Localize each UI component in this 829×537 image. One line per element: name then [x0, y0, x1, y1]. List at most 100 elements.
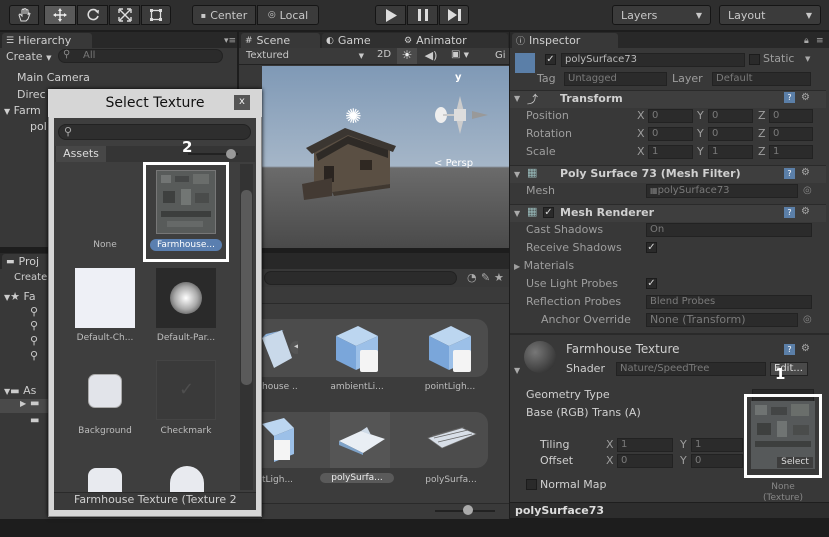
- rotate-tool-button[interactable]: [77, 5, 108, 25]
- gear-icon[interactable]: ⚙: [801, 343, 810, 354]
- mesh-renderer-enabled-checkbox[interactable]: ✓: [543, 207, 554, 218]
- texture-option-default-particle[interactable]: [156, 268, 216, 328]
- reflection-probes-dropdown[interactable]: Blend Probes: [646, 295, 812, 309]
- tab-hierarchy[interactable]: ☰ Hierarchy: [2, 33, 92, 48]
- favorite-star-icon[interactable]: ★: [494, 271, 504, 284]
- hierarchy-item-directional-light[interactable]: Direc: [17, 88, 46, 101]
- expand-arrow-icon[interactable]: ▼: [514, 209, 520, 218]
- texture-option-none[interactable]: None: [75, 240, 135, 250]
- panel-menu-icon[interactable]: ▾≡: [224, 36, 236, 46]
- ambientlight-prefab-icon[interactable]: [332, 322, 382, 374]
- expand-arrow-icon[interactable]: ▼: [514, 170, 520, 179]
- help-icon[interactable]: ?: [784, 344, 795, 355]
- play-button[interactable]: [375, 5, 406, 25]
- hierarchy-search-input[interactable]: ⚲ All: [58, 49, 223, 63]
- shading-mode-dropdown[interactable]: Textured ▼: [246, 50, 366, 63]
- pivot-center-button[interactable]: ▪ Center: [192, 5, 256, 25]
- transform-header[interactable]: [510, 90, 826, 108]
- mesh-renderer-header[interactable]: [510, 204, 826, 222]
- effects-dropdown[interactable]: ▣ ▼: [451, 49, 481, 63]
- scrollbar-thumb[interactable]: [241, 190, 252, 385]
- favorites-section[interactable]: ▼★ Fa: [4, 290, 36, 303]
- orientation-gizmo[interactable]: [430, 74, 500, 154]
- texture-option-partial-1[interactable]: [88, 468, 122, 492]
- filter-type-icon[interactable]: ◔: [467, 271, 477, 284]
- tab-game[interactable]: ◐ Game: [322, 33, 404, 48]
- tiling-x-field[interactable]: 1: [617, 438, 673, 452]
- layers-dropdown[interactable]: Layers ▼: [612, 5, 711, 25]
- expand-arrow-icon[interactable]: ▼: [514, 366, 520, 375]
- transform-y-field[interactable]: 1: [708, 145, 753, 159]
- offset-x-field[interactable]: 0: [617, 454, 673, 468]
- gear-icon[interactable]: ⚙: [801, 92, 810, 103]
- texture-option-partial-2[interactable]: [170, 466, 204, 492]
- help-icon[interactable]: ?: [784, 207, 795, 218]
- object-picker-icon[interactable]: ◎: [803, 314, 812, 325]
- offset-y-field[interactable]: 0: [691, 454, 743, 468]
- selected-folder-row[interactable]: ▶ ▬: [0, 398, 50, 413]
- pivot-local-button[interactable]: ◎ Local: [257, 5, 319, 25]
- gear-icon[interactable]: ⚙: [801, 206, 810, 217]
- search-icon[interactable]: ⚲: [30, 334, 38, 347]
- scale-tool-button[interactable]: [109, 5, 140, 25]
- panel-menu-icon[interactable]: ≡: [816, 36, 824, 46]
- help-icon[interactable]: ?: [784, 92, 795, 103]
- search-icon[interactable]: ⚲: [30, 305, 38, 318]
- mesh-field[interactable]: ▦polySurface73: [646, 184, 798, 198]
- active-checkbox[interactable]: ✓: [545, 54, 556, 65]
- object-picker-icon[interactable]: ◎: [803, 185, 812, 196]
- texture-option-checkmark[interactable]: ✓: [156, 360, 216, 420]
- rect-tool-button[interactable]: [141, 5, 171, 25]
- expand-arrow-icon[interactable]: ▼: [514, 94, 520, 103]
- lighting-toggle-button[interactable]: ☀: [397, 48, 417, 64]
- chevron-down-icon[interactable]: ▼: [805, 55, 810, 63]
- audio-toggle-button[interactable]: ◀): [421, 49, 441, 63]
- tab-scene[interactable]: # Scene: [241, 33, 320, 48]
- layout-dropdown[interactable]: Layout ▼: [719, 5, 821, 25]
- transform-x-field[interactable]: 0: [648, 127, 693, 141]
- slider-thumb[interactable]: [463, 505, 473, 515]
- close-button[interactable]: x: [234, 95, 250, 110]
- tag-dropdown[interactable]: Untagged: [564, 72, 667, 86]
- search-icon[interactable]: ⚲: [30, 349, 38, 362]
- materials-row[interactable]: ▶ Materials: [514, 259, 574, 272]
- tab-animator[interactable]: ⚙ Animator: [400, 33, 508, 48]
- texture-search-input[interactable]: ⚲: [58, 124, 251, 140]
- hierarchy-item-main-camera[interactable]: Main Camera: [17, 71, 90, 84]
- search-icon[interactable]: ⚲: [30, 319, 38, 332]
- light-prefab-icon[interactable]: [262, 416, 296, 462]
- help-icon[interactable]: ?: [784, 168, 795, 179]
- texture-select-button[interactable]: Select: [777, 457, 813, 468]
- step-button[interactable]: [439, 5, 469, 25]
- pointlight-prefab-icon[interactable]: [425, 322, 475, 374]
- assets-section[interactable]: ▼▬ As: [4, 384, 36, 397]
- select-texture-titlebar[interactable]: Select Texture x: [48, 89, 262, 117]
- light-probes-checkbox[interactable]: ✓: [646, 278, 657, 289]
- folder-icon[interactable]: ▬: [30, 415, 39, 426]
- persp-label[interactable]: < Persp: [434, 158, 473, 169]
- anchor-override-field[interactable]: None (Transform): [646, 313, 798, 327]
- transform-z-field[interactable]: 0: [769, 127, 813, 141]
- project-search-input[interactable]: [264, 271, 457, 285]
- gear-icon[interactable]: ⚙: [801, 167, 810, 178]
- receive-shadows-checkbox[interactable]: ✓: [646, 242, 657, 253]
- pause-button[interactable]: [407, 5, 438, 25]
- texture-option-farmhouse[interactable]: [156, 170, 216, 234]
- gizmos-dropdown[interactable]: Gi: [495, 50, 506, 61]
- layer-dropdown[interactable]: Default: [712, 72, 811, 86]
- scene-viewport[interactable]: ✺ y < Persp: [262, 66, 509, 248]
- hierarchy-item-polysurface[interactable]: pol: [30, 120, 47, 133]
- lock-icon[interactable]: 🔒︎: [804, 36, 809, 46]
- shader-dropdown[interactable]: Nature/SpeedTree: [616, 362, 766, 376]
- cast-shadows-dropdown[interactable]: On: [646, 223, 812, 237]
- static-checkbox[interactable]: [749, 54, 760, 65]
- transform-y-field[interactable]: 0: [708, 127, 753, 141]
- base-texture-slot[interactable]: Select: [751, 401, 815, 469]
- transform-z-field[interactable]: 1: [769, 145, 813, 159]
- texture-option-default-checker[interactable]: [75, 268, 135, 328]
- transform-x-field[interactable]: 0: [648, 109, 693, 123]
- tab-assets[interactable]: Assets: [56, 146, 106, 162]
- move-tool-button[interactable]: [44, 5, 76, 25]
- transform-z-field[interactable]: 0: [769, 109, 813, 123]
- transform-y-field[interactable]: 0: [708, 109, 753, 123]
